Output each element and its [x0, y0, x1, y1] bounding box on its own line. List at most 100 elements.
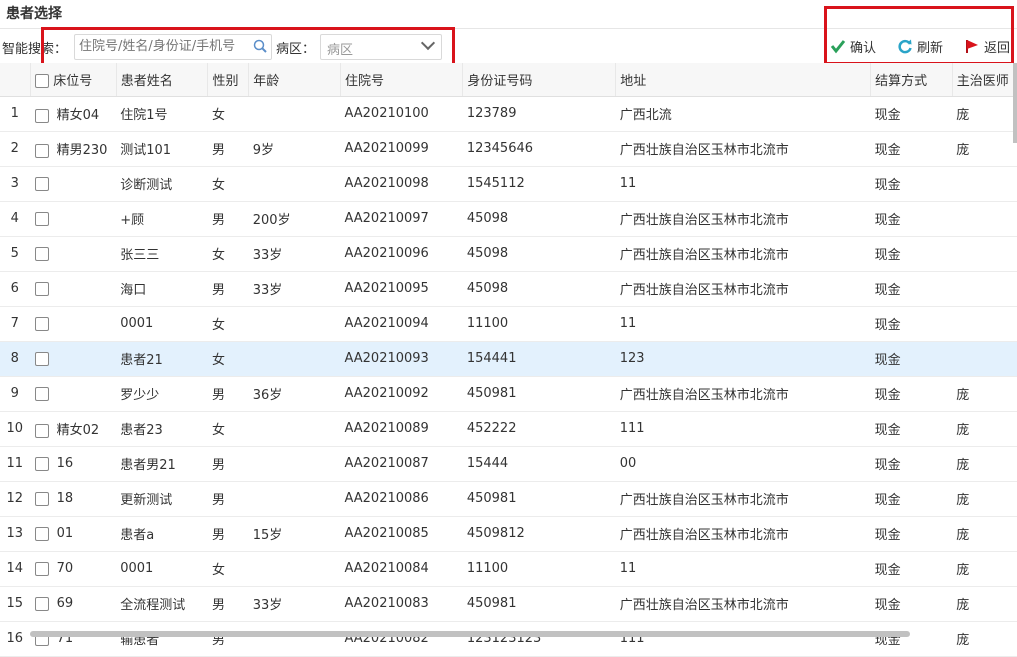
address-cell: 广西壮族自治区玉林市北流市: [615, 481, 871, 517]
age-cell: [248, 411, 341, 447]
name-cell: 诊断测试: [116, 166, 208, 202]
row-index: 4: [0, 201, 31, 237]
table-body: 1 精女04 住院1号女 AA20210100 123789 广西北流 现金庞 2 精男230 测…: [0, 96, 1017, 657]
sex-cell: 女: [207, 341, 249, 377]
sex-cell: 女: [207, 411, 249, 447]
vertical-scrollbar[interactable]: [1013, 63, 1017, 143]
doctor-cell: 庞: [952, 131, 1017, 167]
header-inpatient-no[interactable]: 住院号: [340, 63, 464, 97]
table-row[interactable]: 14 70 0001 女 AA20210084 11100 11 现金庞: [0, 551, 1017, 587]
sex-cell: 女: [207, 306, 249, 342]
name-cell: 住院1号: [116, 96, 208, 132]
row-checkbox[interactable]: [34, 211, 49, 226]
row-checkbox[interactable]: [34, 143, 49, 158]
bed-cell: 精女02: [30, 411, 117, 447]
header-bed[interactable]: 床位号: [30, 63, 117, 97]
id-number-cell: 123123123: [462, 621, 616, 657]
sex-cell: 男: [207, 516, 249, 552]
table-row[interactable]: 10 精女02 患者23 女 AA20210089 452222 111 现金庞: [0, 411, 1017, 447]
name-cell: +顾: [116, 201, 208, 237]
table-row[interactable]: 13 01 患者a 男 15岁 AA20210085 4509812 广西壮族自治区玉林市北流…: [0, 516, 1017, 552]
header-address[interactable]: 地址: [615, 63, 872, 97]
doctor-cell: 庞: [952, 516, 1017, 552]
sex-cell: 女: [207, 236, 249, 272]
address-cell: 广西壮族自治区玉林市北流市: [615, 271, 871, 307]
table-row[interactable]: 2 精男230 测试101 男 9岁 AA20210099 12345646 广西壮族自治区玉…: [0, 131, 1017, 167]
sex-cell: 女: [207, 96, 249, 132]
row-checkbox[interactable]: [34, 351, 49, 366]
row-checkbox[interactable]: [34, 176, 49, 191]
age-cell: 33岁: [248, 236, 341, 272]
inpatient-no-cell: AA20210099: [340, 131, 463, 167]
table-row[interactable]: 1 精女04 住院1号女 AA20210100 123789 广西北流 现金庞: [0, 96, 1017, 132]
row-checkbox[interactable]: [34, 423, 49, 438]
row-index: 9: [0, 376, 31, 412]
payment-cell: 现金: [870, 516, 953, 552]
address-cell: 111: [615, 411, 871, 447]
table-row[interactable]: 15 69 全流程测试男 33岁 AA20210083 450981 广西壮族自治区玉林市北…: [0, 586, 1017, 622]
header-age[interactable]: 年龄: [248, 63, 341, 97]
row-checkbox[interactable]: [34, 281, 49, 296]
row-checkbox[interactable]: [34, 316, 49, 331]
bed-cell: 70: [30, 551, 117, 587]
table-row[interactable]: 4 +顾男 200岁 AA20210097 45098 广西壮族自治区玉林市北流市 现金: [0, 201, 1017, 237]
doctor-cell: 庞: [952, 586, 1017, 622]
row-checkbox[interactable]: [34, 456, 49, 471]
table-row[interactable]: 6 海口男 33岁 AA20210095 45098 广西壮族自治区玉林市北流市 现金: [0, 271, 1017, 307]
header-doctor[interactable]: 主治医师: [952, 63, 1017, 97]
horizontal-scrollbar[interactable]: [30, 631, 910, 637]
sex-cell: 男: [207, 621, 249, 657]
table-row[interactable]: 11 16 患者男21 男 AA20210087 15444 00 现金庞: [0, 446, 1017, 482]
table-row[interactable]: 8 患者21 女 AA20210093 154441 123 现金: [0, 341, 1017, 377]
payment-cell: 现金: [870, 376, 953, 412]
row-checkbox[interactable]: [34, 108, 49, 123]
id-number-cell: 450981: [462, 481, 616, 517]
id-number-cell: 45098: [462, 271, 616, 307]
inpatient-no-cell: AA20210087: [340, 446, 463, 482]
name-cell: 0001: [116, 306, 208, 342]
row-checkbox[interactable]: [34, 386, 49, 401]
table-row[interactable]: 3 诊断测试女 AA20210098 1545112 11 现金: [0, 166, 1017, 202]
bed-cell: [30, 201, 117, 237]
bed-cell: 18: [30, 481, 117, 517]
doctor-cell: [952, 166, 1017, 202]
header-name[interactable]: 患者姓名: [116, 63, 209, 97]
highlight-box-actions: [824, 6, 1014, 65]
address-cell: 广西壮族自治区玉林市北流市: [615, 586, 871, 622]
header-sex[interactable]: 性别: [207, 63, 250, 97]
table-row[interactable]: 9 罗少少男 36岁 AA20210092 450981 广西壮族自治区玉林市北流市 现金庞: [0, 376, 1017, 412]
id-number-cell: 12345646: [462, 131, 616, 167]
row-checkbox[interactable]: [34, 491, 49, 506]
row-checkbox[interactable]: [34, 561, 49, 576]
bed-cell: 精男230: [30, 131, 117, 167]
header-id-number[interactable]: 身份证号码: [462, 63, 617, 97]
row-checkbox[interactable]: [34, 526, 49, 541]
id-number-cell: 452222: [462, 411, 616, 447]
inpatient-no-cell: AA20210098: [340, 166, 463, 202]
bed-label: 70: [56, 561, 74, 576]
age-cell: 9岁: [248, 131, 341, 167]
table-row[interactable]: 12 18 更新测试男 AA20210086 450981 广西壮族自治区玉林市北流市 现金…: [0, 481, 1017, 517]
table-row[interactable]: 7 0001 女 AA20210094 11100 11 现金: [0, 306, 1017, 342]
sex-cell: 女: [207, 166, 249, 202]
name-cell: 患者23: [116, 411, 208, 447]
table-row[interactable]: 5 张三三女 33岁 AA20210096 45098 广西壮族自治区玉林市北流市 现金: [0, 236, 1017, 272]
select-all-checkbox[interactable]: [35, 74, 50, 89]
id-number-cell: 45098: [462, 201, 616, 237]
address-cell: 广西北流: [615, 96, 871, 132]
bed-cell: 01: [30, 516, 117, 552]
inpatient-no-cell: AA20210086: [340, 481, 463, 517]
row-index: 8: [0, 341, 31, 377]
bed-cell: [30, 271, 117, 307]
row-checkbox[interactable]: [34, 596, 49, 611]
address-cell: 11: [615, 306, 871, 342]
payment-cell: 现金: [870, 236, 953, 272]
header-payment[interactable]: 结算方式: [870, 63, 953, 97]
doctor-cell: 庞: [952, 96, 1017, 132]
row-index: 11: [0, 446, 31, 482]
table-row[interactable]: 16 71 输患者男 AA20210082 123123123 111 现金庞: [0, 621, 1017, 657]
row-checkbox[interactable]: [34, 246, 49, 261]
id-number-cell: 154441: [462, 341, 616, 377]
name-cell: 测试101: [116, 131, 208, 167]
row-index: 14: [0, 551, 31, 587]
